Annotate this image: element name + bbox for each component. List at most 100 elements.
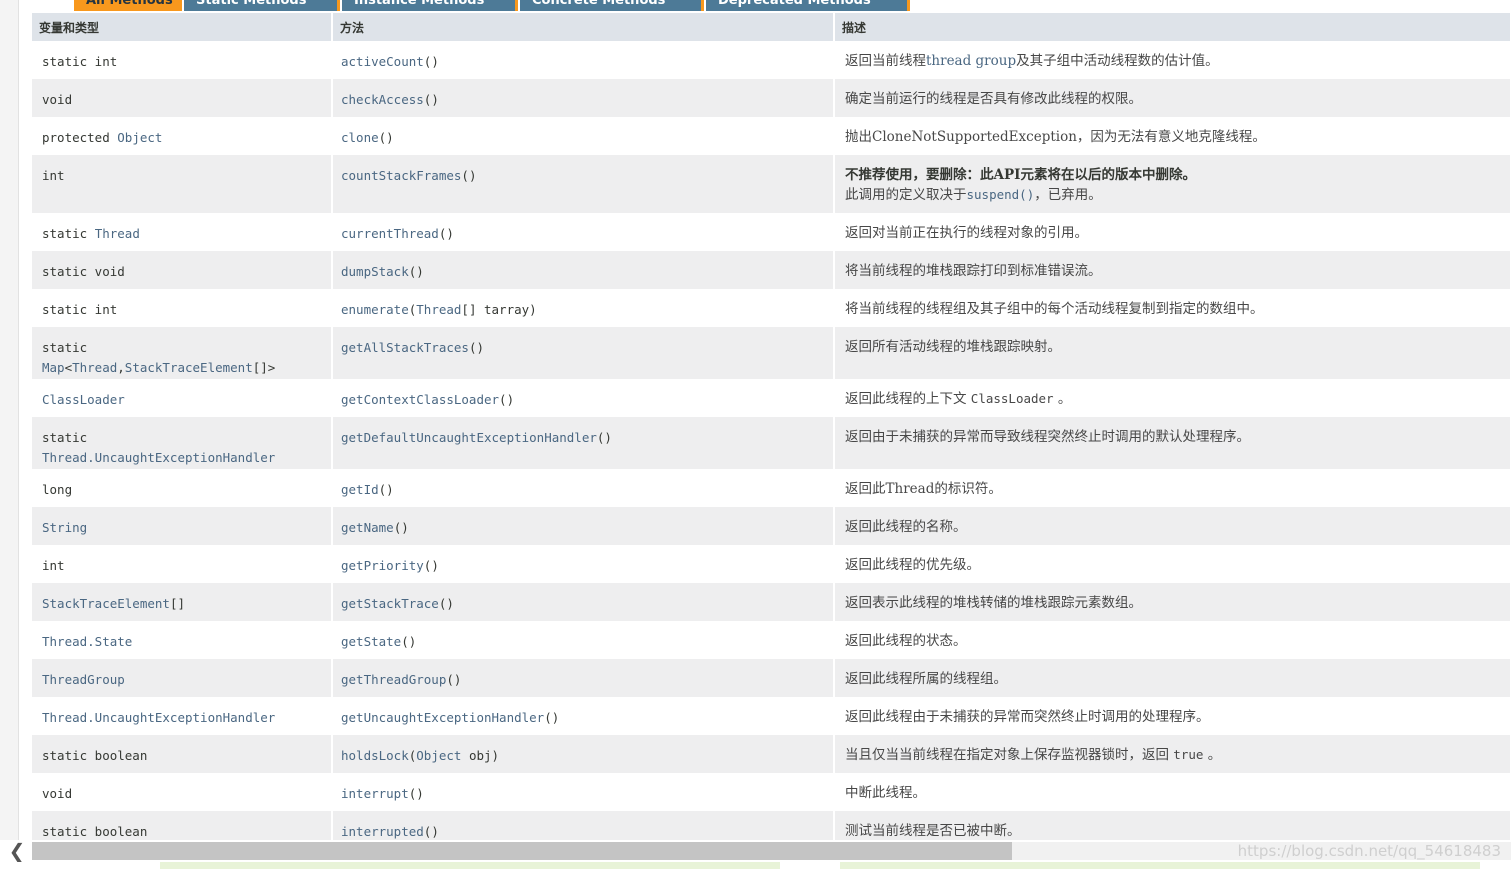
code-link[interactable]: getId — [341, 482, 379, 497]
code-link[interactable]: clone — [341, 130, 379, 145]
cell-text: 确定当前运行的线程是否具有修改此线程的权限。 — [845, 91, 1142, 107]
cell-description: 将当前线程的堆栈跟踪打印到标准错误流。 — [834, 251, 1511, 289]
code-link[interactable]: Object — [416, 748, 461, 763]
cell-description: 抛出CloneNotSupportedException，因为无法有意义地克隆线… — [834, 117, 1511, 155]
cell-text: () — [423, 54, 439, 69]
code-link[interactable]: Thread — [72, 360, 117, 375]
code-link[interactable]: StackTraceElement — [125, 360, 253, 375]
table-row: protected Object clone() 抛出CloneNotSupport… — [32, 117, 1511, 155]
tab-label: Static Methods — [196, 0, 307, 8]
tab-edge — [701, 0, 704, 11]
cell-type: void — [32, 773, 333, 811]
cell-text: () — [378, 130, 394, 145]
cell-description: 中断此线程。 — [834, 773, 1511, 811]
cell-text: int — [42, 558, 65, 573]
code-link[interactable]: Thread.UncaughtExceptionHandler — [42, 710, 275, 725]
scrollbar-thumb[interactable] — [32, 842, 1012, 860]
code-link[interactable]: getName — [341, 520, 394, 535]
code-link[interactable]: Thread.UncaughtExceptionHandler — [42, 450, 275, 465]
code-link[interactable]: getState — [341, 634, 401, 649]
code-link[interactable]: countStackFrames — [341, 168, 461, 183]
cell-method: getAllStackTraces() — [332, 327, 835, 379]
deprecation-notice: 不推荐使用，要删除：此API元素将在以后的版本中删除。 — [845, 167, 1196, 183]
code-link[interactable]: getPriority — [341, 558, 424, 573]
cell-type: static void — [32, 251, 333, 289]
tab-concrete-methods[interactable]: Concrete Methods — [520, 0, 704, 11]
code-link[interactable]: ClassLoader — [42, 392, 125, 407]
cell-method: getContextClassLoader() — [332, 379, 835, 417]
scroll-left-arrow-icon[interactable]: ❮ — [4, 840, 30, 862]
bottom-strip — [0, 862, 1511, 869]
code-link[interactable]: getAllStackTraces — [341, 340, 469, 355]
cell-text: () — [408, 264, 424, 279]
tab-instance-methods[interactable]: Instance Methods — [342, 0, 518, 11]
code-link[interactable]: getThreadGroup — [341, 672, 446, 687]
code-link[interactable]: StackTraceElement — [42, 596, 170, 611]
cell-text: static boolean — [42, 748, 148, 763]
table-row: Thread.State getState() 返回此线程的状态。 — [32, 621, 1511, 659]
table-header-row: 变量和类型 方法 描述 — [32, 13, 1511, 41]
cell-description: 返回此线程所属的线程组。 — [834, 659, 1511, 697]
cell-text: () — [544, 710, 560, 725]
cell-text: obj) — [461, 748, 500, 763]
cell-type: long — [32, 469, 333, 507]
table-row: static Thread.UncaughtExceptionHandler ge… — [32, 417, 1511, 469]
code-link[interactable]: activeCount — [341, 54, 424, 69]
cell-type: String — [32, 507, 333, 545]
code-link[interactable]: holdsLock — [341, 748, 409, 763]
cell-text: protected — [42, 130, 118, 145]
code-link[interactable]: thread group — [926, 53, 1016, 69]
method-table-body: static int activeCount() 返回当前线程thread grou… — [32, 41, 1511, 849]
code-link[interactable]: Thread.State — [42, 634, 132, 649]
cell-description: 返回此线程的优先级。 — [834, 545, 1511, 583]
code-link[interactable]: getUncaughtExceptionHandler — [341, 710, 544, 725]
cell-type: int — [32, 545, 333, 583]
tab-all-methods[interactable]: All Methods — [74, 0, 182, 11]
cell-method: clone() — [332, 117, 835, 155]
code-link[interactable]: checkAccess — [341, 92, 424, 107]
tab-static-methods[interactable]: Static Methods — [184, 0, 340, 11]
header-type: 变量和类型 — [32, 13, 333, 41]
code-link[interactable]: currentThread — [341, 226, 439, 241]
cell-text: () — [423, 558, 439, 573]
cell-text: [] tarray) — [461, 302, 537, 317]
cell-text: static boolean — [42, 824, 148, 839]
code-link[interactable]: interrupted — [341, 824, 424, 839]
cell-description: 返回对当前正在执行的线程对象的引用。 — [834, 213, 1511, 251]
cell-text: ，已弃用。 — [1034, 187, 1102, 203]
tab-label: Instance Methods — [354, 0, 485, 8]
header-method: 方法 — [332, 13, 835, 41]
code-link[interactable]: String — [42, 520, 87, 535]
cell-type: void — [32, 79, 333, 117]
code-link[interactable]: Map — [42, 360, 65, 375]
method-filter-tabs: All Methods Static Methods Instance Method… — [74, 0, 912, 11]
code-link[interactable]: getStackTrace — [341, 596, 439, 611]
cell-text: void — [42, 92, 73, 107]
cell-description: 确定当前运行的线程是否具有修改此线程的权限。 — [834, 79, 1511, 117]
cell-text: < — [64, 360, 73, 375]
cell-text: true — [1173, 747, 1204, 762]
table-row: StackTraceElement[] getStackTrace() 返回表示此线… — [32, 583, 1511, 621]
cell-text: () — [438, 226, 454, 241]
code-link[interactable]: getDefaultUncaughtExceptionHandler — [341, 430, 597, 445]
cell-method: countStackFrames() — [332, 155, 835, 213]
cell-type: static Thread.UncaughtExceptionHandler — [32, 417, 333, 469]
cell-description: 返回当前线程thread group及其子组中活动线程数的估计值。 — [834, 41, 1511, 79]
code-link[interactable]: interrupt — [341, 786, 409, 801]
code-link[interactable]: suspend() — [967, 187, 1035, 202]
cell-type: Thread.UncaughtExceptionHandler — [32, 697, 333, 735]
code-link[interactable]: Thread — [416, 302, 461, 317]
code-link[interactable]: ThreadGroup — [42, 672, 125, 687]
tab-deprecated-methods[interactable]: Deprecated Methods — [706, 0, 910, 11]
code-link[interactable]: getContextClassLoader — [341, 392, 499, 407]
cell-type: static Map<Thread,StackTraceElement[]> — [32, 327, 333, 379]
cell-text: , — [117, 360, 125, 375]
cell-type: static int — [32, 289, 333, 327]
code-link[interactable]: enumerate — [341, 302, 409, 317]
cell-text: static int — [42, 302, 118, 317]
cell-text: () — [401, 634, 417, 649]
cell-description: 返回所有活动线程的堆栈跟踪映射。 — [834, 327, 1511, 379]
code-link[interactable]: Thread — [95, 226, 140, 241]
code-link[interactable]: Object — [117, 130, 162, 145]
code-link[interactable]: dumpStack — [341, 264, 409, 279]
